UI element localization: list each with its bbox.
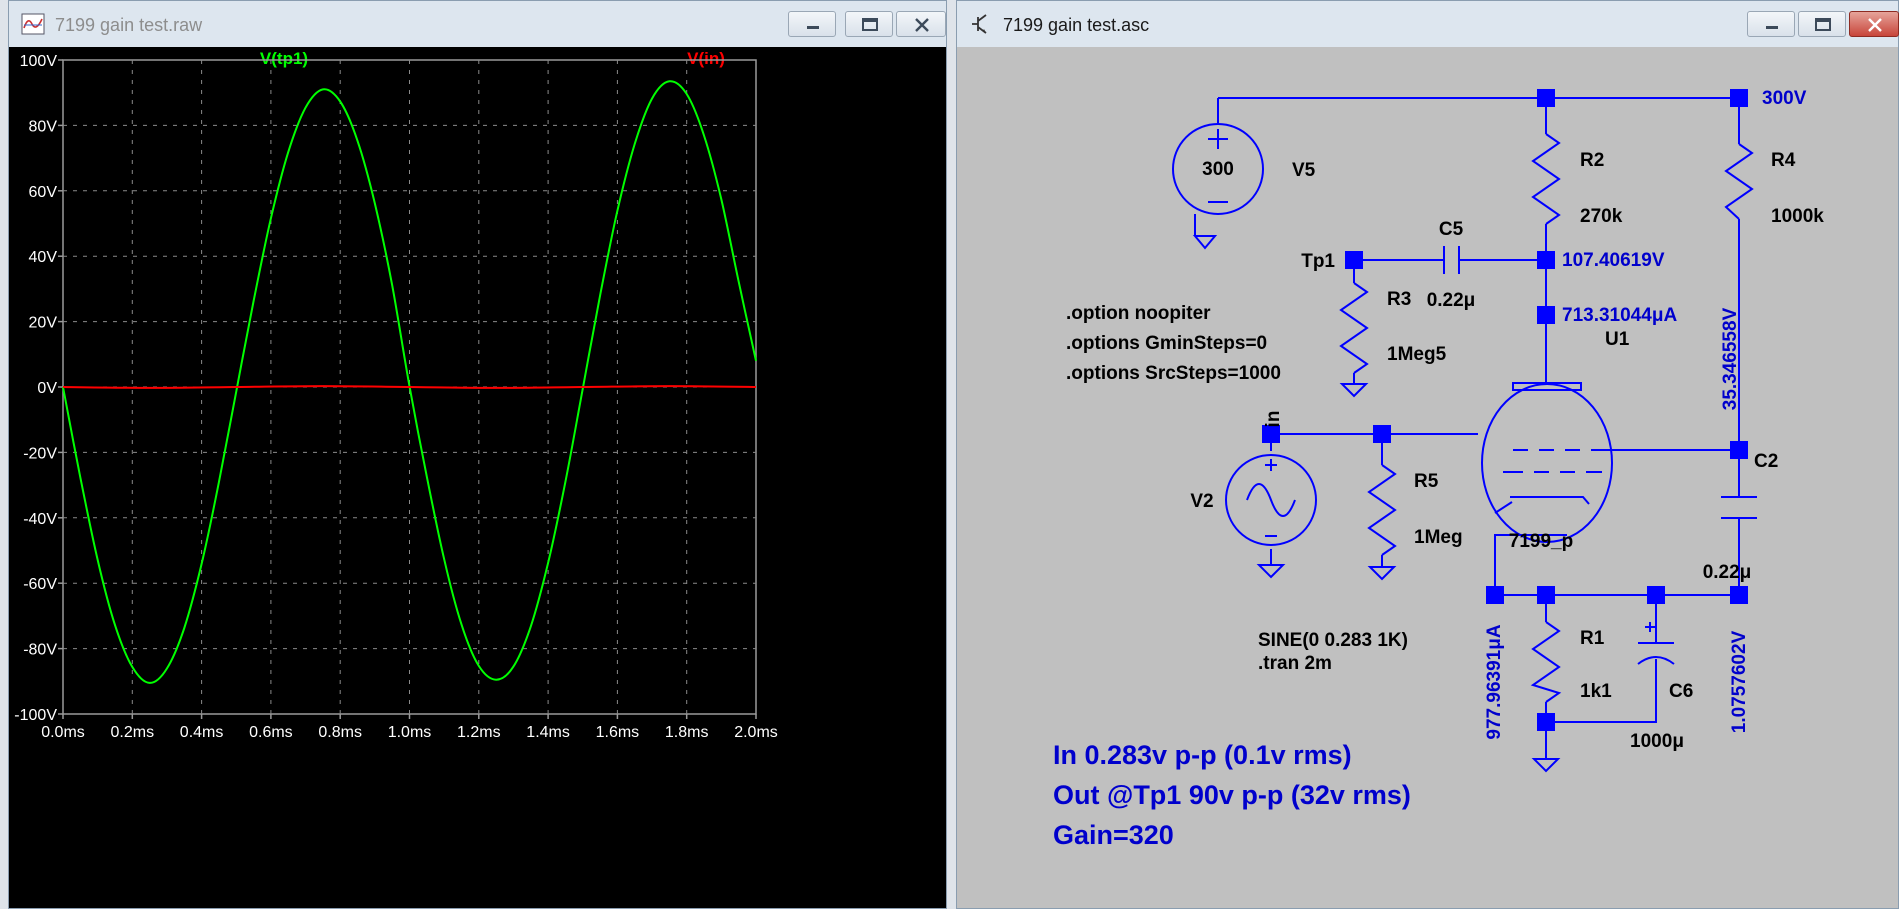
spice-option-3: .options SrcSteps=1000: [1066, 363, 1281, 384]
tp1-label: Tp1: [1301, 251, 1335, 272]
r4-name: R4: [1771, 150, 1796, 171]
supply-voltage-label: 300V: [1762, 88, 1807, 109]
y-tick-label: -40V: [23, 511, 57, 528]
schematic-maximize-button[interactable]: [1798, 11, 1846, 37]
sine-spec: SINE(0 0.283 1K): [1258, 630, 1408, 651]
c6-value: 1000μ: [1630, 731, 1684, 752]
y-tick-label: -80V: [23, 642, 57, 659]
minimize-icon: [1766, 26, 1778, 29]
waveform-plot[interactable]: V(tp1) V(in) 0.0ms 0.2ms 0.4ms 0.6ms 0.8ms 1.…: [9, 47, 946, 909]
schematic-canvas[interactable]: 300 V5 R2 270k R4 1000k C5 0.22μ Tp1 R3 …: [957, 47, 1898, 908]
cathode-current-label: 977.96391μA: [1484, 624, 1505, 739]
waveform-close-button[interactable]: [896, 11, 946, 37]
r5-value: 1Meg: [1414, 527, 1463, 548]
cathode-voltage-label: 1.0757602V: [1729, 630, 1750, 733]
plate-current-label: 713.31044μA: [1562, 305, 1677, 326]
c5-value: 0.22μ: [1427, 290, 1476, 311]
tube-u1[interactable]: [1481, 382, 1613, 543]
x-tick-label: 0.0ms: [41, 724, 85, 741]
y-tick-label: -20V: [23, 445, 57, 462]
tran-spec: .tran 2m: [1258, 653, 1332, 674]
x-tick-label: 1.0ms: [388, 724, 432, 741]
waveform-icon: [21, 13, 45, 35]
x-tick-label: 1.8ms: [665, 724, 709, 741]
trace-vin[interactable]: [62, 385, 757, 389]
x-tick-label: 1.2ms: [457, 724, 501, 741]
spice-option-2: .options GminSteps=0: [1066, 333, 1267, 354]
note-output: Out @Tp1 90v p-p (32v rms): [1053, 780, 1411, 810]
c2-value: 0.22μ: [1703, 562, 1752, 583]
schematic-titlebar[interactable]: 7199 gain test.asc: [957, 1, 1899, 47]
legend-vtp1: V(tp1): [260, 49, 308, 68]
y-tick-label: 60V: [29, 184, 58, 201]
close-icon: [915, 18, 929, 32]
c6-name: C6: [1669, 681, 1693, 702]
minimize-icon: [807, 26, 819, 29]
in-net-label: in: [1263, 411, 1284, 428]
y-tick-label: 100V: [20, 53, 58, 70]
schematic-window-title: 7199 gain test.asc: [1003, 15, 1150, 35]
note-gain: Gain=320: [1053, 820, 1174, 850]
x-tick-label: 2.0ms: [734, 724, 778, 741]
tube-model: 7199_p: [1509, 531, 1573, 552]
c2-name: C2: [1754, 451, 1778, 472]
plate-voltage-label: 107.40619V: [1562, 250, 1665, 271]
y-tick-label: -100V: [14, 707, 57, 724]
waveform-window-title: 7199 gain test.raw: [55, 15, 203, 35]
legend-vin: V(in): [687, 49, 725, 68]
plot-area[interactable]: V(tp1) V(in) 0.0ms 0.2ms 0.4ms 0.6ms 0.8ms 1.…: [9, 47, 946, 908]
y-tick-label: 40V: [29, 249, 58, 266]
x-tick-label: 0.6ms: [249, 724, 293, 741]
r3-name: R3: [1387, 289, 1411, 310]
v5-name: V5: [1292, 160, 1316, 181]
maximize-icon: [862, 18, 878, 31]
y-tick-label: -60V: [23, 576, 57, 593]
r3-value: 1Meg5: [1387, 344, 1447, 365]
waveform-titlebar[interactable]: 7199 gain test.raw: [9, 1, 946, 47]
y-tick-label: 80V: [29, 118, 58, 135]
x-tick-label: 0.4ms: [180, 724, 224, 741]
spice-option-1: .option noopiter: [1066, 303, 1211, 324]
y-tick-label: 0V: [37, 380, 57, 397]
v5-value: 300: [1202, 159, 1234, 180]
waveform-maximize-button[interactable]: [845, 11, 893, 37]
screen-voltage-label: 35.346558V: [1720, 307, 1741, 410]
u1-name: U1: [1605, 329, 1630, 350]
note-input: In 0.283v p-p (0.1v rms): [1053, 740, 1352, 770]
c5-name: C5: [1439, 219, 1464, 240]
schematic-window: 7199 gain test.asc 300 V5 R2 270k R4 100…: [956, 0, 1899, 909]
schematic-close-button[interactable]: [1849, 11, 1899, 37]
schematic-icon: [972, 14, 987, 34]
waveform-window: 7199 gain test.raw V(tp1) V(in) 0.0ms 0.2…: [8, 0, 947, 909]
schematic-minimize-button[interactable]: [1747, 11, 1795, 37]
maximize-icon: [1815, 18, 1831, 31]
schematic-drawing[interactable]: 300 V5 R2 270k R4 1000k C5 0.22μ Tp1 R3 …: [957, 47, 1898, 909]
r1-name: R1: [1580, 628, 1605, 649]
r5-name: R5: [1414, 471, 1439, 492]
r2-name: R2: [1580, 150, 1604, 171]
voltage-source-v5[interactable]: [1172, 123, 1264, 250]
r4-value: 1000k: [1771, 206, 1824, 227]
x-tick-label: 0.8ms: [318, 724, 362, 741]
r2-value: 270k: [1580, 206, 1623, 227]
v2-name: V2: [1190, 491, 1213, 512]
x-tick-label: 0.2ms: [111, 724, 155, 741]
waveform-minimize-button[interactable]: [788, 11, 836, 37]
r1-value: 1k1: [1580, 681, 1612, 702]
close-icon: [1868, 18, 1882, 32]
x-tick-label: 1.6ms: [596, 724, 640, 741]
x-tick-label: 1.4ms: [526, 724, 570, 741]
y-tick-label: 20V: [29, 315, 58, 332]
